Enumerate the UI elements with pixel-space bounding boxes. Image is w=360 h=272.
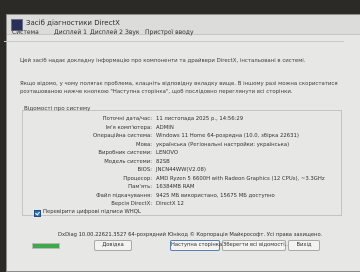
progress-bar [32,243,60,249]
system-info-value: LENOVO [156,150,179,156]
tab-display-2[interactable]: Дисплей 2 [90,29,123,36]
copyright-footer: DxDiag 10.00.22621.3527 64-розрядний Юні… [58,232,323,238]
system-info-value: українська (Регіональні настройки: украї… [156,141,290,148]
progress-fill [33,244,59,248]
whql-checkbox-label: Перевірити цифрові підписи WHQL [43,209,141,215]
whql-checkbox[interactable] [34,210,41,217]
tab-bar: Система Дисплей 1 Дисплей 2 Звук Пристро… [8,29,354,41]
system-info-label: Модель системи: [104,158,152,165]
system-info-row: BIOS: JNCN44WW(V2.08) [22,166,340,174]
system-info-row: Ім'я комп'ютера: ADMIN [22,124,340,132]
system-info-label: Виробник системи: [98,150,152,156]
system-info-label: Поточні дата/час: [102,116,152,122]
tab-sound[interactable]: Звук [125,29,140,36]
system-info-row: Поточні дата/час: 11 листопада 2025 р., 1… [22,115,340,123]
system-info-row: Мова: українська (Регіональні настройки: … [22,141,340,149]
tab-display-1[interactable]: Дисплей 1 [54,29,87,36]
system-info-row: Версія DirectX: DirectX 12 [22,200,340,208]
system-info-row: Операційна система: Windows 11 Home 64-ро… [22,132,340,140]
system-info-label: Версія DirectX: [111,201,152,207]
system-info-value: DirectX 12 [156,201,184,207]
system-info-label: Пам'ять: [128,184,152,190]
tab-divider [4,41,344,42]
system-info-title: Відомості про систему [24,106,91,112]
note-text: Якщо відомо, у чому полягає проблема, кл… [20,81,338,95]
system-info-value: JNCN44WW(V2.08) [156,167,206,173]
system-info-label: BIOS: [137,167,152,173]
save-all-button[interactable]: Зберегти всі відомості... [222,240,290,251]
system-info-label: Операційна система: [92,133,152,139]
window-title: Засіб діагностики DirectX [26,19,120,27]
system-info-value: 16384MB RAM [156,184,195,190]
system-info-row: Модель системи: 82SB [22,158,340,166]
system-info-label: Мова: [136,141,152,148]
system-info-row: Виробник системи: LENOVO [22,149,340,157]
system-info-label: Ім'я комп'ютера: [105,124,152,131]
system-info-value: 82SB [156,158,170,165]
system-info-value: Windows 11 Home 64-розрядна (10.0, збірк… [156,133,299,139]
exit-button[interactable]: Вихід [288,240,320,251]
system-info-value: AMD Ryzen 5 6600H with Radeon Graphics (… [156,175,325,182]
system-info-value: 11 листопада 2025 р., 14:56:29 [156,116,244,122]
system-info-row: Пам'ять: 16384MB RAM [22,183,340,191]
system-info-label: Процесор: [123,175,152,182]
intro-text: Цей засіб надає докладну інформацію про … [20,58,306,64]
help-button[interactable]: Довідка [94,240,132,251]
system-info-value: 9425 МБ використано, 15675 МБ доступно [156,192,275,199]
next-page-button[interactable]: Наступна сторінка [170,240,222,251]
tab-system[interactable]: Система [12,29,39,36]
tab-input-devices[interactable]: Пристрої вводу [145,29,194,36]
system-info-row: Процесор: AMD Ryzen 5 6600H with Radeon G… [22,175,340,183]
system-info-value: ADMIN [156,124,174,131]
system-info-label: Файл підкачування: [96,192,152,199]
system-info-row: Файл підкачування: 9425 МБ використано, 1… [22,192,340,200]
